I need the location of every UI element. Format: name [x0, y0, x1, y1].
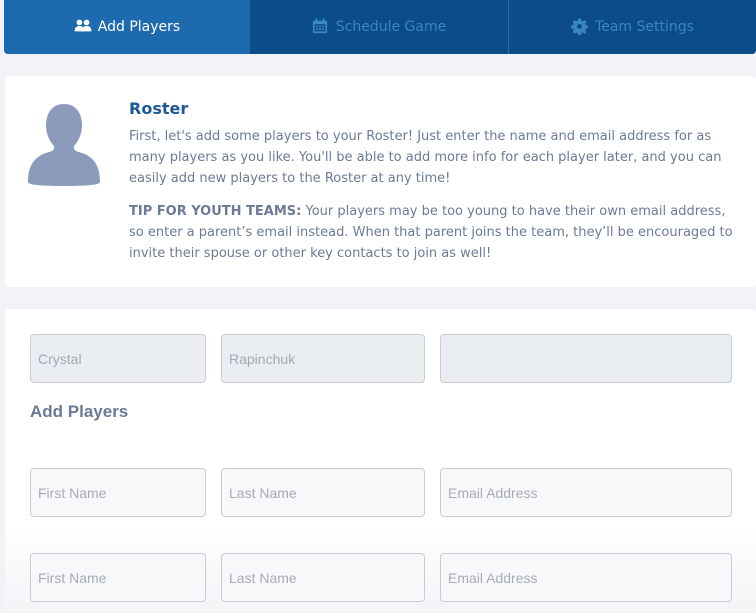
avatar-icon	[22, 104, 106, 188]
email-address-field[interactable]	[440, 553, 732, 602]
youth-tip: TIP FOR YOUTH TEAMS: Your players may be…	[129, 201, 739, 264]
tab-schedule-game[interactable]: Schedule Game	[250, 0, 508, 54]
tab-label: Schedule Game	[335, 19, 447, 35]
first-name-field[interactable]	[30, 553, 206, 602]
add-players-heading: Add Players	[30, 402, 129, 421]
tab-label: Team Settings	[595, 19, 694, 35]
tab-team-settings[interactable]: Team Settings	[508, 0, 756, 54]
first-name-field[interactable]	[30, 468, 206, 517]
email-address-field[interactable]	[440, 468, 732, 517]
existing-last-name-field[interactable]	[221, 334, 425, 383]
users-icon	[74, 18, 92, 36]
roster-description: First, let's add some players to your Ro…	[129, 129, 722, 186]
tab-label: Add Players	[97, 19, 181, 35]
existing-email-field[interactable]	[440, 334, 732, 383]
tab-add-players[interactable]: Add Players	[4, 0, 250, 54]
last-name-field[interactable]	[221, 468, 425, 517]
tip-label: TIP FOR YOUTH TEAMS:	[129, 204, 302, 219]
gear-icon	[571, 18, 589, 36]
calendar-icon	[312, 18, 330, 36]
last-name-field[interactable]	[221, 553, 425, 602]
existing-first-name-field[interactable]	[30, 334, 206, 383]
roster-title: Roster	[129, 99, 189, 118]
tab-bar: Add Players Schedule Game Team Settings	[4, 0, 756, 54]
